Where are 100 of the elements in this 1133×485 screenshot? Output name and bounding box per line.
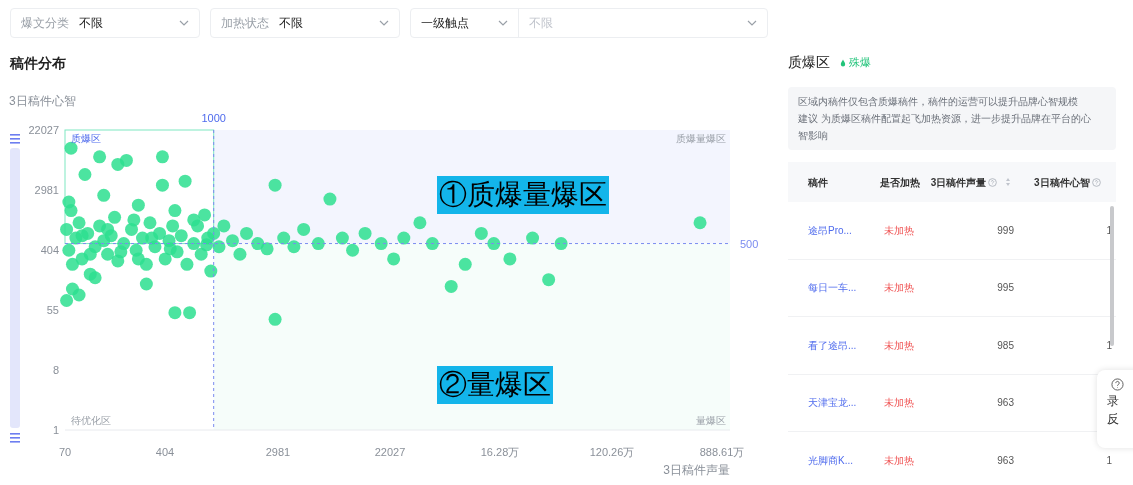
data-point — [425, 237, 439, 251]
data-point — [226, 234, 239, 248]
sort-icon[interactable] — [1005, 177, 1012, 187]
data-point — [474, 226, 488, 240]
data-point — [174, 229, 188, 243]
article-link[interactable]: 每日一车... — [788, 280, 868, 296]
data-point — [139, 277, 153, 291]
help-icon — [1111, 378, 1124, 391]
data-point — [526, 231, 540, 245]
data-point — [168, 306, 182, 320]
section-title: 稿件分布 — [10, 54, 67, 73]
data-point — [127, 213, 141, 227]
x-axis-label: 22027 — [374, 446, 406, 458]
data-point — [413, 216, 427, 230]
x-axis-label: 16.28万 — [480, 446, 520, 458]
table-cell-text: 963 — [996, 396, 1014, 411]
heating-status: 未加热 — [883, 453, 915, 468]
data-point — [397, 231, 411, 245]
data-point — [297, 222, 311, 236]
data-point — [358, 226, 372, 240]
data-point — [183, 306, 197, 320]
data-point — [78, 168, 92, 181]
help-icon — [988, 177, 998, 187]
info-text: 区域内稿件仅包含质爆稿件，稿件的运营可以提升品牌心智规模 — [798, 95, 1079, 109]
data-point — [101, 247, 115, 261]
article-link[interactable]: 看了途昂... — [788, 337, 868, 353]
data-point — [83, 247, 97, 261]
table-cell-text: 1 — [1105, 453, 1112, 468]
filter-label: 加热状态 — [221, 15, 269, 32]
tag: 殊爆 — [840, 54, 871, 71]
data-point — [158, 252, 172, 266]
heating-status: 未加热 — [883, 338, 915, 353]
y-axis-title: 3日稿件心智 — [9, 93, 77, 110]
data-point — [693, 216, 707, 230]
data-point — [88, 271, 102, 285]
data-point — [268, 312, 282, 326]
data-point — [194, 247, 208, 261]
info-text: 建议 为质爆区稿件配置起飞加热资源，进一步提升品牌在平台的心智影响 — [798, 112, 1092, 143]
filter-dropdown[interactable]: 爆文分类 不限 — [10, 8, 200, 38]
scrollbar[interactable] — [1110, 206, 1114, 346]
filter-dropdown[interactable]: 加热状态 不限 — [210, 8, 400, 38]
heating-status: 未加热 — [883, 396, 915, 411]
x-axis-label: 120.26万 — [589, 446, 635, 458]
data-point — [187, 237, 201, 251]
x-axis-title: 3日稿件声量 — [663, 463, 730, 477]
data-point — [207, 226, 221, 240]
data-point — [180, 257, 194, 271]
x-axis-label: 2981 — [265, 446, 291, 458]
data-point — [374, 237, 388, 251]
data-point — [346, 243, 360, 257]
data-point — [200, 238, 214, 252]
panel-title: 质爆区 — [788, 53, 830, 72]
data-point — [311, 237, 325, 251]
quadrant-label: 待优化区 — [71, 415, 111, 426]
data-point — [458, 257, 472, 271]
y-axis-label: 2981 — [34, 184, 59, 196]
data-point — [542, 273, 556, 287]
data-point — [60, 294, 74, 307]
quadrant-label: 量爆区 — [696, 415, 726, 426]
data-point — [93, 150, 107, 164]
data-point — [260, 242, 274, 256]
data-point — [217, 219, 231, 233]
data-point — [111, 157, 125, 171]
data-point — [75, 229, 89, 243]
menu-icon[interactable] — [10, 433, 20, 443]
data-point — [287, 240, 301, 254]
data-point — [62, 243, 76, 257]
overlay-label: ①质爆量爆区 — [437, 176, 609, 214]
feedback-widget[interactable]: 录 反 — [1097, 370, 1133, 448]
menu-icon[interactable] — [10, 134, 20, 144]
data-point — [198, 208, 212, 222]
column-header: 是否加热 — [879, 176, 920, 188]
column-header: 3日稿件声量 — [930, 175, 987, 190]
data-point — [233, 247, 247, 261]
data-point — [131, 198, 145, 212]
overlay-label: ②量爆区 — [437, 366, 553, 404]
data-point — [444, 279, 458, 293]
data-point — [145, 231, 159, 245]
y-axis-label: 404 — [40, 244, 59, 256]
feedback-label: 录 — [1107, 393, 1119, 409]
data-point — [97, 234, 111, 248]
data-point — [163, 242, 177, 256]
data-point — [143, 216, 157, 230]
data-point — [72, 216, 86, 230]
data-point — [387, 252, 401, 266]
heating-status: 未加热 — [883, 223, 915, 238]
table-cell-text: 985 — [996, 338, 1014, 353]
zoom-slider-track[interactable] — [10, 148, 20, 428]
article-link[interactable]: 途昂Pro... — [788, 222, 868, 238]
data-point — [155, 178, 169, 192]
column-header: 3日稿件心智 — [1034, 175, 1090, 190]
chevron-down-icon — [379, 20, 389, 26]
y-axis-label: 8 — [52, 364, 59, 376]
table-cell-text: 999 — [996, 223, 1014, 238]
data-point — [335, 231, 349, 245]
y-axis-label: 55 — [46, 304, 59, 316]
data-point — [62, 195, 76, 209]
article-link[interactable]: 天津宝龙... — [788, 395, 868, 411]
article-link[interactable]: 光脚商K... — [788, 452, 868, 468]
data-point — [487, 237, 501, 251]
